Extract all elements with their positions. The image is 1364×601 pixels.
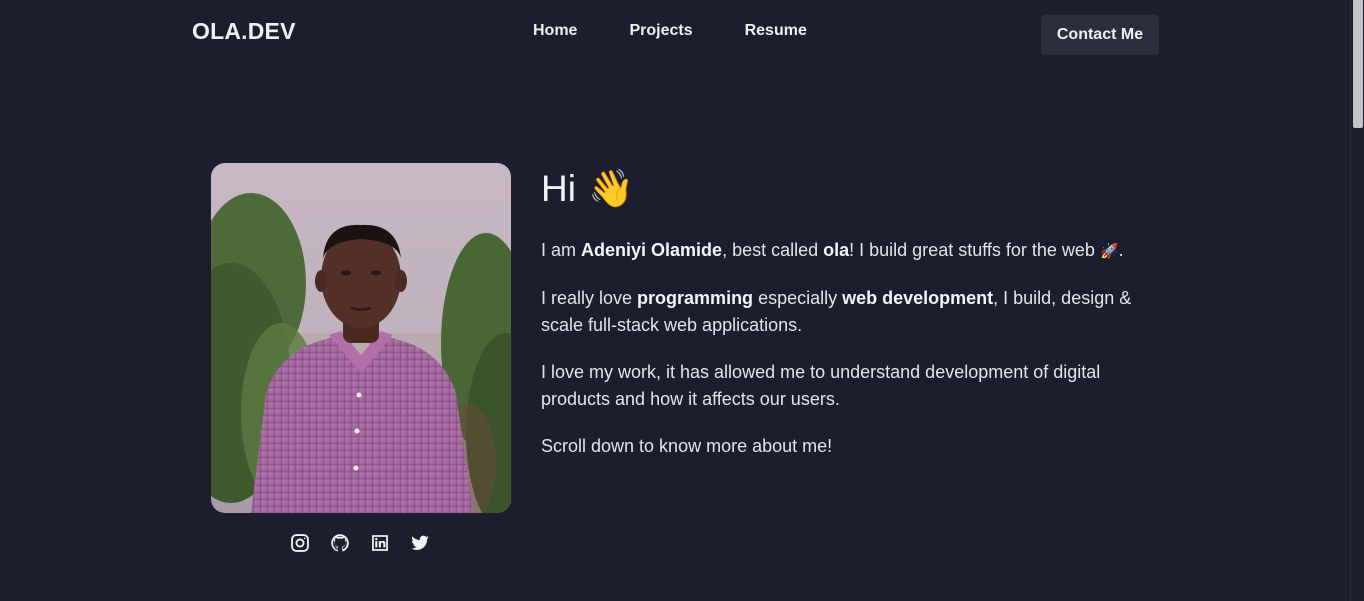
nav-projects[interactable]: Projects <box>629 22 692 40</box>
linkedin-link[interactable] <box>370 532 390 554</box>
intro-paragraph-work: I love my work, it has allowed me to und… <box>541 362 1101 409</box>
intro-section: Hi 👋 I am Adeniyi Olamide, best called o… <box>541 168 1151 460</box>
linkedin-icon <box>372 535 388 551</box>
instagram-icon <box>291 534 309 552</box>
greeting-text: Hi <box>541 168 576 209</box>
highlight-web-development: web development <box>842 288 994 308</box>
instagram-link[interactable] <box>290 532 310 554</box>
main-nav: Home Projects Resume <box>533 22 859 40</box>
profile-photo <box>211 163 511 513</box>
text-fragment: . <box>1118 240 1124 260</box>
contact-me-button[interactable]: Contact Me <box>1041 15 1159 55</box>
text-fragment: I really love <box>541 288 638 308</box>
highlight-programming: programming <box>637 288 754 308</box>
text-fragment: I am <box>541 240 582 260</box>
github-link[interactable] <box>330 532 350 554</box>
site-logo[interactable]: OLA.DEV <box>192 18 296 45</box>
greeting-heading: Hi 👋 <box>541 168 1151 210</box>
text-fragment: ! I build great stuffs for the web <box>849 240 1100 260</box>
page-scrollbar[interactable] <box>1350 0 1364 601</box>
scrollbar-thumb[interactable] <box>1353 0 1363 128</box>
nav-resume[interactable]: Resume <box>745 22 807 40</box>
github-icon <box>331 534 349 552</box>
intro-paragraph-passion: I really love programming especially web… <box>541 285 1151 339</box>
text-fragment: , best called <box>722 240 824 260</box>
rocket-icon: 🚀 <box>1099 243 1119 260</box>
text-fragment: especially <box>753 288 843 308</box>
full-name: Adeniyi Olamide <box>581 240 723 260</box>
twitter-icon <box>411 535 429 550</box>
twitter-link[interactable] <box>410 532 430 554</box>
nav-home[interactable]: Home <box>533 22 577 40</box>
nickname: ola <box>823 240 850 260</box>
social-links <box>290 532 430 554</box>
intro-paragraph-name: I am Adeniyi Olamide, best called ola! I… <box>541 237 1151 265</box>
page: OLA.DEV Home Projects Resume Contact Me <box>0 0 1364 601</box>
waving-hand-icon: 👋 <box>587 168 635 209</box>
intro-paragraph-scroll-hint: Scroll down to know more about me! <box>541 436 833 456</box>
